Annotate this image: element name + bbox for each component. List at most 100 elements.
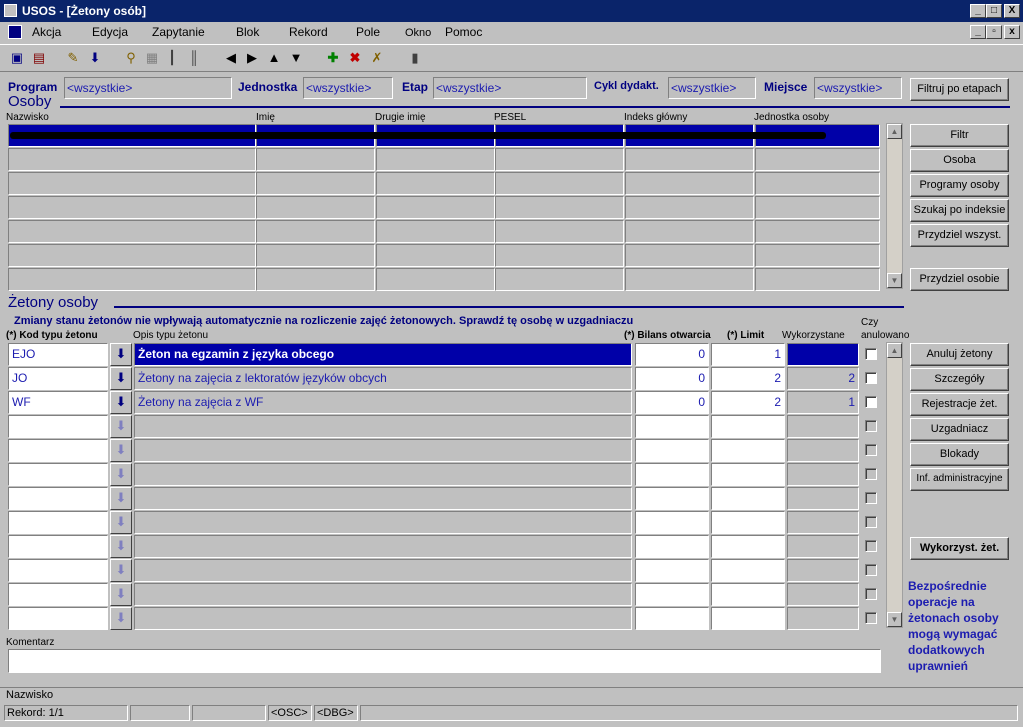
czy-anulowano-checkbox[interactable] (865, 492, 877, 504)
limit-field[interactable]: 1 (711, 343, 785, 366)
menu-akcja[interactable]: Akcja (32, 25, 61, 39)
kod-typu-field[interactable] (8, 511, 108, 534)
lov-download-icon[interactable]: ⬇ (110, 511, 132, 534)
osoby-cell[interactable] (8, 220, 256, 243)
menu-okno[interactable]: Okno (405, 27, 431, 39)
scroll-up-icon[interactable]: ▲ (887, 124, 902, 139)
osoby-cell[interactable] (755, 268, 880, 291)
limit-field[interactable]: 2 (711, 391, 785, 414)
download-icon[interactable]: ⬇ (86, 49, 104, 67)
osoba-button[interactable]: Osoba (910, 149, 1009, 172)
next-record-icon[interactable]: ▶ (243, 49, 261, 67)
menu-pole[interactable]: Pole (356, 25, 380, 39)
osoby-cell[interactable] (755, 148, 880, 171)
down-icon[interactable]: ▼ (287, 49, 305, 67)
kod-typu-field[interactable] (8, 559, 108, 582)
jednostka-field[interactable]: <wszystkie> (303, 77, 393, 99)
osoby-cell[interactable] (755, 244, 880, 267)
print-icon[interactable]: ▤ (30, 49, 48, 67)
kod-typu-field[interactable]: EJO (8, 343, 108, 366)
lov-download-icon[interactable]: ⬇ (110, 463, 132, 486)
close-button[interactable]: X (1004, 4, 1020, 18)
osoby-cell[interactable] (755, 196, 880, 219)
limit-field[interactable] (711, 583, 785, 606)
bilans-otwarcia-field[interactable] (635, 439, 709, 462)
anuluj-zetony-button[interactable]: Anuluj żetony (910, 343, 1009, 366)
menu-pomoc[interactable]: Pomoc (445, 25, 482, 39)
delete-record-icon[interactable]: ✖ (346, 49, 364, 67)
bilans-otwarcia-field[interactable] (635, 583, 709, 606)
osoby-cell[interactable] (495, 268, 624, 291)
child-minimize-button[interactable]: _ (970, 25, 986, 39)
lov-download-icon[interactable]: ⬇ (110, 583, 132, 606)
chart-icon[interactable]: ║ (185, 49, 203, 67)
osoby-cell[interactable] (495, 244, 624, 267)
maximize-button[interactable]: □ (986, 4, 1002, 18)
osoby-scrollbar[interactable]: ▲ ▼ (886, 123, 903, 289)
bilans-otwarcia-field[interactable] (635, 415, 709, 438)
lov-download-icon[interactable]: ⬇ (110, 367, 132, 390)
osoby-cell[interactable] (8, 244, 256, 267)
limit-field[interactable] (711, 487, 785, 510)
czy-anulowano-checkbox[interactable] (865, 444, 877, 456)
lov-download-icon[interactable]: ⬇ (110, 439, 132, 462)
exit-icon[interactable]: ▮ (406, 49, 424, 67)
osoby-cell[interactable] (625, 220, 754, 243)
osoby-cell[interactable] (376, 148, 495, 171)
save-icon[interactable]: ▣ (8, 49, 26, 67)
osoby-cell[interactable] (625, 172, 754, 195)
osoby-cell[interactable] (8, 268, 256, 291)
czy-anulowano-checkbox[interactable] (865, 588, 877, 600)
czy-anulowano-checkbox[interactable] (865, 348, 877, 360)
limit-field[interactable] (711, 439, 785, 462)
osoby-cell[interactable] (625, 196, 754, 219)
cykl-field[interactable]: <wszystkie> (668, 77, 756, 99)
bilans-otwarcia-field[interactable] (635, 511, 709, 534)
up-icon[interactable]: ▲ (265, 49, 283, 67)
osoby-cell[interactable] (376, 220, 495, 243)
czy-anulowano-checkbox[interactable] (865, 612, 877, 624)
limit-field[interactable] (711, 559, 785, 582)
kod-typu-field[interactable]: JO (8, 367, 108, 390)
lov-download-icon[interactable]: ⬇ (110, 535, 132, 558)
limit-field[interactable] (711, 607, 785, 630)
program-field[interactable]: <wszystkie> (64, 77, 232, 99)
czy-anulowano-checkbox[interactable] (865, 564, 877, 576)
przydziel-wszyst-button[interactable]: Przydziel wszyst. (910, 224, 1009, 247)
bilans-otwarcia-field[interactable] (635, 607, 709, 630)
czy-anulowano-checkbox[interactable] (865, 396, 877, 408)
lov-download-icon[interactable]: ⬇ (110, 391, 132, 414)
osoby-cell[interactable] (376, 244, 495, 267)
lov-download-icon[interactable]: ⬇ (110, 607, 132, 630)
osoby-cell[interactable] (256, 244, 375, 267)
kod-typu-field[interactable] (8, 415, 108, 438)
menu-blok[interactable]: Blok (236, 25, 259, 39)
osoby-cell[interactable] (625, 148, 754, 171)
query-icon[interactable]: ⚲ (122, 49, 140, 67)
scroll-down-icon[interactable]: ▼ (887, 273, 902, 288)
czy-anulowano-checkbox[interactable] (865, 420, 877, 432)
lov-download-icon[interactable]: ⬇ (110, 343, 132, 366)
kod-typu-field[interactable] (8, 439, 108, 462)
czy-anulowano-checkbox[interactable] (865, 468, 877, 480)
count-icon[interactable]: ┃ (163, 49, 181, 67)
osoby-cell[interactable] (495, 220, 624, 243)
rejestracje-zet-button[interactable]: Rejestracje żet. (910, 393, 1009, 416)
osoby-cell[interactable] (376, 172, 495, 195)
lov-download-icon[interactable]: ⬇ (110, 559, 132, 582)
menu-zapytanie[interactable]: Zapytanie (152, 25, 205, 39)
osoby-cell[interactable] (625, 268, 754, 291)
osoby-cell[interactable] (256, 172, 375, 195)
bilans-otwarcia-field[interactable]: 0 (635, 367, 709, 390)
osoby-cell[interactable] (495, 148, 624, 171)
kod-typu-field[interactable] (8, 607, 108, 630)
bilans-otwarcia-field[interactable] (635, 487, 709, 510)
limit-field[interactable] (711, 535, 785, 558)
szczegoly-button[interactable]: Szczegóły (910, 368, 1009, 391)
osoby-cell[interactable] (376, 268, 495, 291)
osoby-cell[interactable] (256, 148, 375, 171)
kod-typu-field[interactable] (8, 535, 108, 558)
bilans-otwarcia-field[interactable]: 0 (635, 391, 709, 414)
blokady-button[interactable]: Blokady (910, 443, 1009, 466)
przydziel-osobie-button[interactable]: Przydziel osobie (910, 268, 1009, 291)
